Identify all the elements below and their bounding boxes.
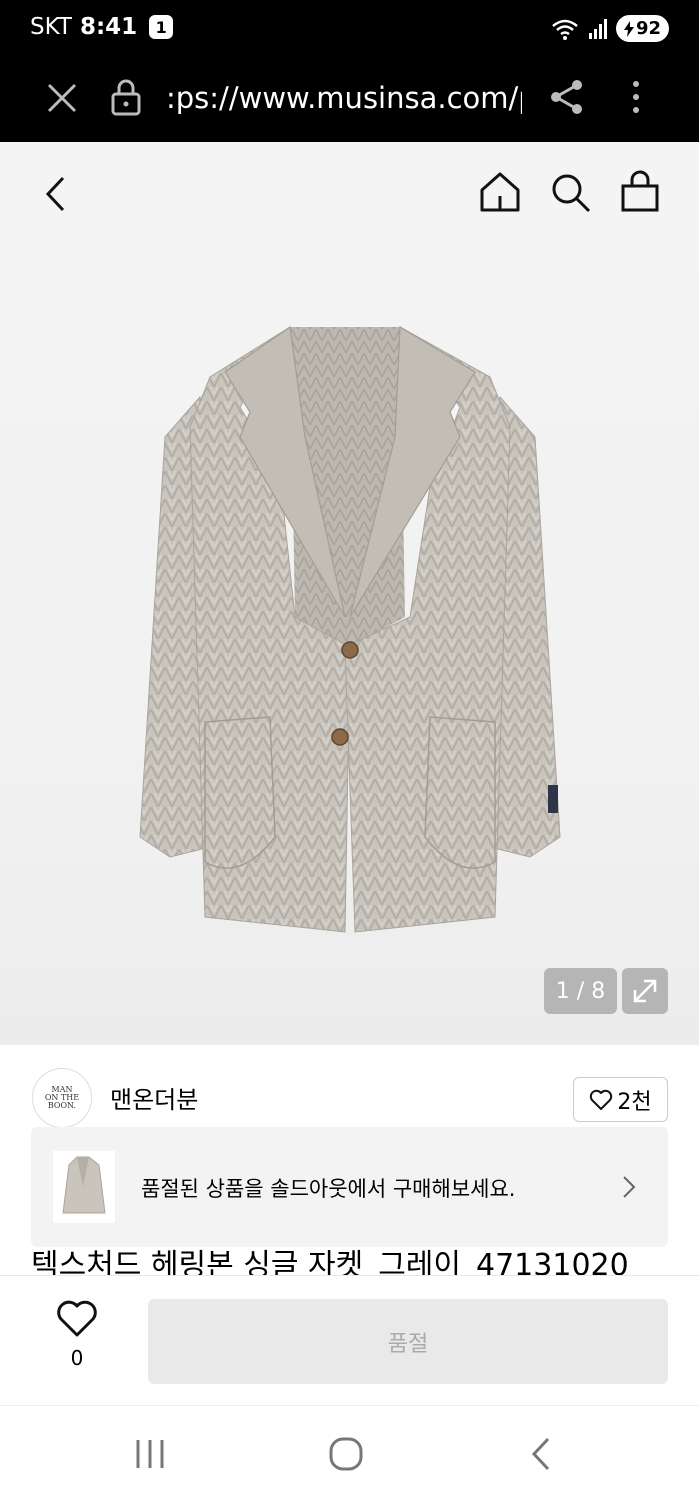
product-gallery[interactable]: 1 / 8 [0, 142, 699, 1045]
recent-apps-icon[interactable] [130, 1436, 170, 1472]
soldout-button[interactable]: 품절 [148, 1299, 668, 1384]
more-options-icon[interactable] [622, 78, 650, 116]
lock-icon[interactable] [110, 78, 142, 116]
heart-icon [57, 1300, 97, 1337]
shopping-bag-icon[interactable] [618, 170, 662, 214]
clock: 8:41 [79, 14, 138, 40]
share-icon[interactable] [548, 78, 586, 116]
search-icon[interactable] [548, 170, 592, 214]
carrier-label: SKT [30, 14, 72, 40]
status-bar: SKT 8:41 1 92 [0, 0, 699, 58]
system-navigation-bar [0, 1405, 699, 1500]
wishlist-count: 0 [70, 1346, 84, 1370]
soldout-thumbnail [53, 1151, 115, 1223]
home-button-icon[interactable] [326, 1436, 366, 1472]
system-back-icon[interactable] [522, 1436, 562, 1472]
wifi-icon [552, 19, 578, 40]
image-pager: 1 / 8 [544, 968, 617, 1014]
brand-logo[interactable]: MAN ON THE BOON. [32, 1068, 92, 1128]
battery-level: 92 [635, 18, 661, 39]
home-icon[interactable] [478, 170, 522, 214]
chevron-right-icon [623, 1176, 636, 1198]
brand-like-button[interactable]: 2천 [573, 1077, 668, 1122]
battery-indicator: 92 [615, 15, 669, 42]
brand-name[interactable]: 맨온더분 [110, 1080, 198, 1115]
soldout-banner[interactable]: 품절된 상품을 솔드아웃에서 구매해보세요. [31, 1127, 668, 1247]
expand-icon [633, 979, 657, 1003]
heart-icon [590, 1089, 613, 1110]
status-right: 92 [550, 15, 669, 42]
browser-toolbar: :ps://www.musinsa.com/p [0, 58, 699, 142]
wishlist-button[interactable]: 0 [52, 1300, 102, 1380]
status-left: SKT 8:41 1 [30, 14, 174, 40]
url-field[interactable]: :ps://www.musinsa.com/p [166, 78, 522, 118]
close-icon[interactable] [44, 80, 80, 116]
signal-icon [588, 18, 607, 39]
brand-logo-text: MAN ON THE BOON. [44, 1085, 80, 1110]
bottom-action-bar: 0 품절 [0, 1275, 699, 1405]
charging-icon [623, 20, 634, 37]
expand-image-button[interactable] [622, 968, 668, 1014]
soldout-banner-text: 품절된 상품을 솔드아웃에서 구매해보세요. [141, 1177, 516, 1201]
back-arrow-icon[interactable] [36, 172, 80, 216]
notification-badge: 1 [149, 15, 174, 39]
brand-like-count: 2천 [617, 1089, 652, 1115]
product-image [139, 325, 561, 933]
